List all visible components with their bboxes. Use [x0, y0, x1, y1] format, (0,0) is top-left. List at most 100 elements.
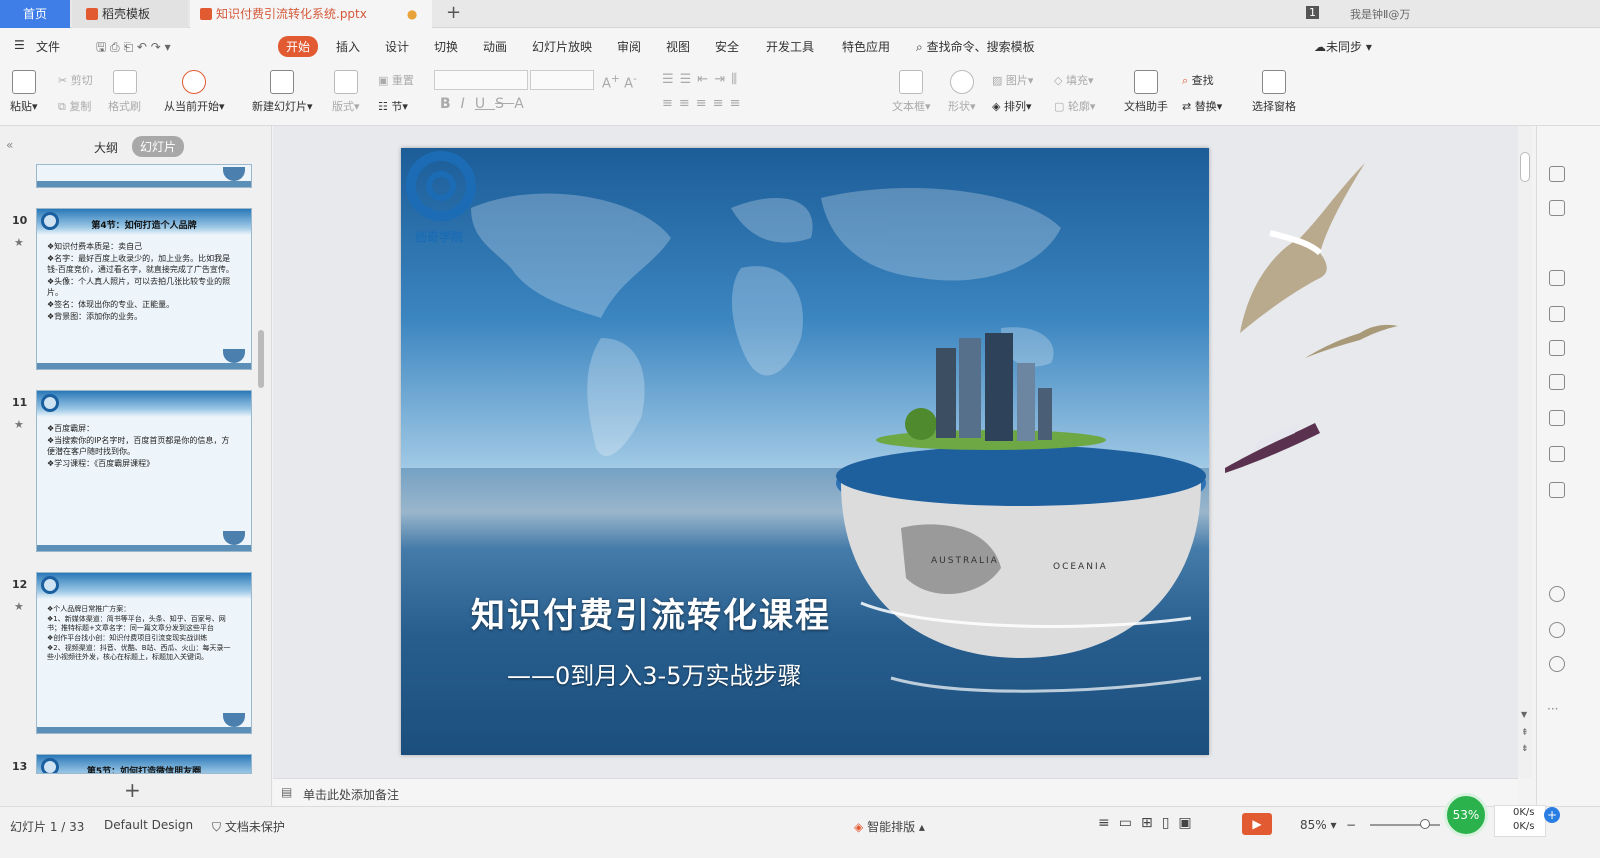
current-slide[interactable]: 创奇学院 AUSTRALIA OCEANIA 知识付费引流转化课程 ——0到月入…	[401, 148, 1209, 755]
arrange-button[interactable]: ◈ 排列▾	[992, 98, 1032, 114]
shape-button[interactable]: 形状▾	[948, 70, 976, 114]
fill-button[interactable]: ◇ 填充▾	[1054, 72, 1094, 88]
menu-insert[interactable]: 插入	[336, 38, 360, 55]
menu-devtools[interactable]: 开发工具	[766, 38, 814, 55]
theme-name[interactable]: Default Design	[104, 818, 193, 832]
zoom-level[interactable]: 85% ▾	[1300, 818, 1337, 832]
scroll-down-icon[interactable]: ▼	[1521, 710, 1527, 719]
search-command[interactable]: ⌕ 查找命令、搜索模板	[916, 38, 1035, 55]
font-name-select[interactable]	[434, 70, 528, 90]
layout-button[interactable]: 版式▾	[332, 70, 360, 114]
from-current-button[interactable]: 从当前开始▾	[164, 70, 225, 114]
outline-tab[interactable]: 大纲	[94, 139, 118, 156]
new-tab-button[interactable]: +	[446, 2, 461, 23]
prev-slide-icon[interactable]: ⇞	[1521, 728, 1529, 738]
copy-button[interactable]: ⧉ 复制	[58, 98, 91, 114]
quick-access-toolbar[interactable]: 🖫 ⎙ ⎗ ↶ ↷ ▾	[96, 38, 171, 59]
replace-button[interactable]: ⇄ 替换▾	[1182, 98, 1222, 114]
canvas-scrollbar[interactable]: ▼ ⇞ ⇟	[1518, 126, 1532, 778]
new-slide-button[interactable]: 新建幻灯片▾	[252, 70, 313, 114]
notes-placeholder[interactable]: 单击此处添加备注	[303, 786, 399, 803]
font-style-buttons[interactable]: BIUSA	[440, 96, 534, 112]
thumb-line: ❖1、新媒体渠道：简书等平台，头条、知乎、百家号、网书；推特标题+文章名字：同一…	[47, 615, 226, 632]
animation-star-icon: ★	[14, 236, 24, 249]
zoom-slider-handle[interactable]	[1420, 819, 1430, 829]
textbox-button[interactable]: 文本框▾	[892, 70, 931, 114]
backup-icon[interactable]	[1549, 586, 1565, 602]
paragraph-list-buttons[interactable]: ☰☰⇤⇥⫼	[662, 72, 743, 87]
panel-scrollbar[interactable]	[258, 330, 264, 388]
zoom-slider[interactable]	[1370, 819, 1440, 829]
tab-template[interactable]: 稻壳模板	[72, 0, 188, 28]
section-button[interactable]: ☷ 节▾	[378, 98, 408, 114]
smart-layout-button[interactable]: ◈ 智能排版 ▴	[854, 818, 925, 835]
protect-status[interactable]: ⛉ 文档未保护	[212, 818, 285, 835]
add-slide-button[interactable]: +	[124, 778, 141, 802]
slide-subtitle[interactable]: ——0到月入3-5万实战步骤	[507, 656, 801, 691]
menu-design[interactable]: 设计	[385, 38, 409, 55]
menu-security[interactable]: 安全	[715, 38, 739, 55]
outline-button[interactable]: ▢ 轮廓▾	[1054, 98, 1095, 114]
sync-label: 未同步	[1326, 40, 1363, 54]
picture-button[interactable]: ▨ 图片▾	[992, 72, 1033, 88]
history-icon[interactable]	[1549, 622, 1565, 638]
notes-icon: ▤	[281, 785, 293, 799]
chart-icon[interactable]	[1549, 340, 1565, 356]
view-mode-buttons[interactable]: ≡▭⊞▯▣	[1098, 815, 1201, 831]
slide-thumb-12[interactable]: ❖个人品牌日常推广方案： ❖1、新媒体渠道：简书等平台，头条、知乎、百家号、网书…	[36, 572, 252, 734]
settings-sliders-icon[interactable]	[1549, 374, 1565, 390]
slide-title[interactable]: 知识付费引流转化课程	[471, 588, 831, 637]
share-icon[interactable]	[1549, 446, 1565, 462]
zoom-out-button[interactable]: −	[1346, 818, 1356, 832]
thumb-globe-icon	[223, 349, 245, 363]
hamburger-icon[interactable]: ☰	[14, 38, 25, 52]
notes-pane[interactable]: ▤ 单击此处添加备注	[273, 778, 1518, 806]
collapse-panel-icon[interactable]: «	[6, 138, 13, 152]
tab-document[interactable]: 知识付费引流转化系统.pptx ●	[190, 0, 432, 28]
smart-layout-label: 智能排版	[867, 820, 916, 834]
select-pane-button[interactable]: 选择窗格	[1252, 70, 1296, 114]
scroll-thumb[interactable]	[1520, 152, 1530, 182]
font-size-grow-icon[interactable]: A+ A-	[602, 72, 637, 91]
reset-button[interactable]: ▣ 重置	[378, 72, 414, 88]
format-painter-button[interactable]: 格式刷	[108, 70, 141, 114]
slide-thumb-10[interactable]: 第4节：如何打造个人品牌 ❖知识付费本质是：卖自己 ❖名字：最好百度上收录少的，…	[36, 208, 252, 370]
thumb-bottom-band	[37, 545, 251, 551]
play-slideshow-button[interactable]: ▶	[1242, 813, 1272, 835]
menu-view[interactable]: 视图	[666, 38, 690, 55]
boost-plus-icon[interactable]: +	[1544, 807, 1560, 823]
slide-logo-text: 创奇学院	[415, 230, 464, 244]
slides-tab[interactable]: 幻灯片	[132, 136, 185, 157]
menu-transition[interactable]: 切换	[434, 38, 458, 55]
find-button[interactable]: ⌕ 查找	[1182, 72, 1214, 88]
menu-start[interactable]: 开始	[278, 36, 319, 57]
layers-icon[interactable]	[1549, 200, 1565, 216]
menu-review[interactable]: 审阅	[617, 38, 641, 55]
shape-style-icon[interactable]	[1549, 270, 1565, 286]
slide-thumb-9[interactable]	[36, 164, 252, 188]
magic-icon[interactable]	[1549, 166, 1565, 182]
grid-icon[interactable]	[1549, 306, 1565, 322]
tab-home[interactable]: 首页	[0, 0, 70, 28]
paragraph-align-buttons[interactable]: ≡≡≡≡≡	[662, 96, 746, 111]
menu-slideshow[interactable]: 幻灯片放映	[532, 38, 592, 55]
menu-file[interactable]: 文件	[36, 38, 60, 55]
archive-icon[interactable]	[1549, 482, 1565, 498]
font-size-select[interactable]	[530, 70, 594, 90]
paste-button[interactable]: 粘贴▾	[10, 70, 38, 114]
cloud-icon: ☁	[1314, 40, 1326, 54]
sync-status[interactable]: ☁未同步 ▾	[1314, 38, 1372, 55]
help-icon[interactable]	[1549, 656, 1565, 672]
cut-button[interactable]: ✂ 剪切	[58, 72, 93, 88]
window-badge[interactable]: 1	[1306, 6, 1319, 19]
next-slide-icon[interactable]: ⇟	[1521, 744, 1529, 754]
user-name[interactable]: 我是钟Ⅱ@万	[1350, 6, 1410, 22]
image-library-icon[interactable]	[1549, 410, 1565, 426]
slide-thumb-13[interactable]: 第5节：如何打造微信朋友圈	[36, 754, 252, 774]
menu-features[interactable]: 特色应用	[842, 38, 890, 55]
doc-assistant-button[interactable]: 文档助手	[1124, 70, 1168, 114]
more-icon[interactable]: ···	[1547, 702, 1558, 716]
menu-animation[interactable]: 动画	[483, 38, 507, 55]
slide-thumb-11[interactable]: ❖百度霸屏： ❖当搜索你的IP名字时，百度首页都是你的信息，方便潜在客户随时找到…	[36, 390, 252, 552]
perf-gauge[interactable]: 53%	[1444, 793, 1488, 837]
